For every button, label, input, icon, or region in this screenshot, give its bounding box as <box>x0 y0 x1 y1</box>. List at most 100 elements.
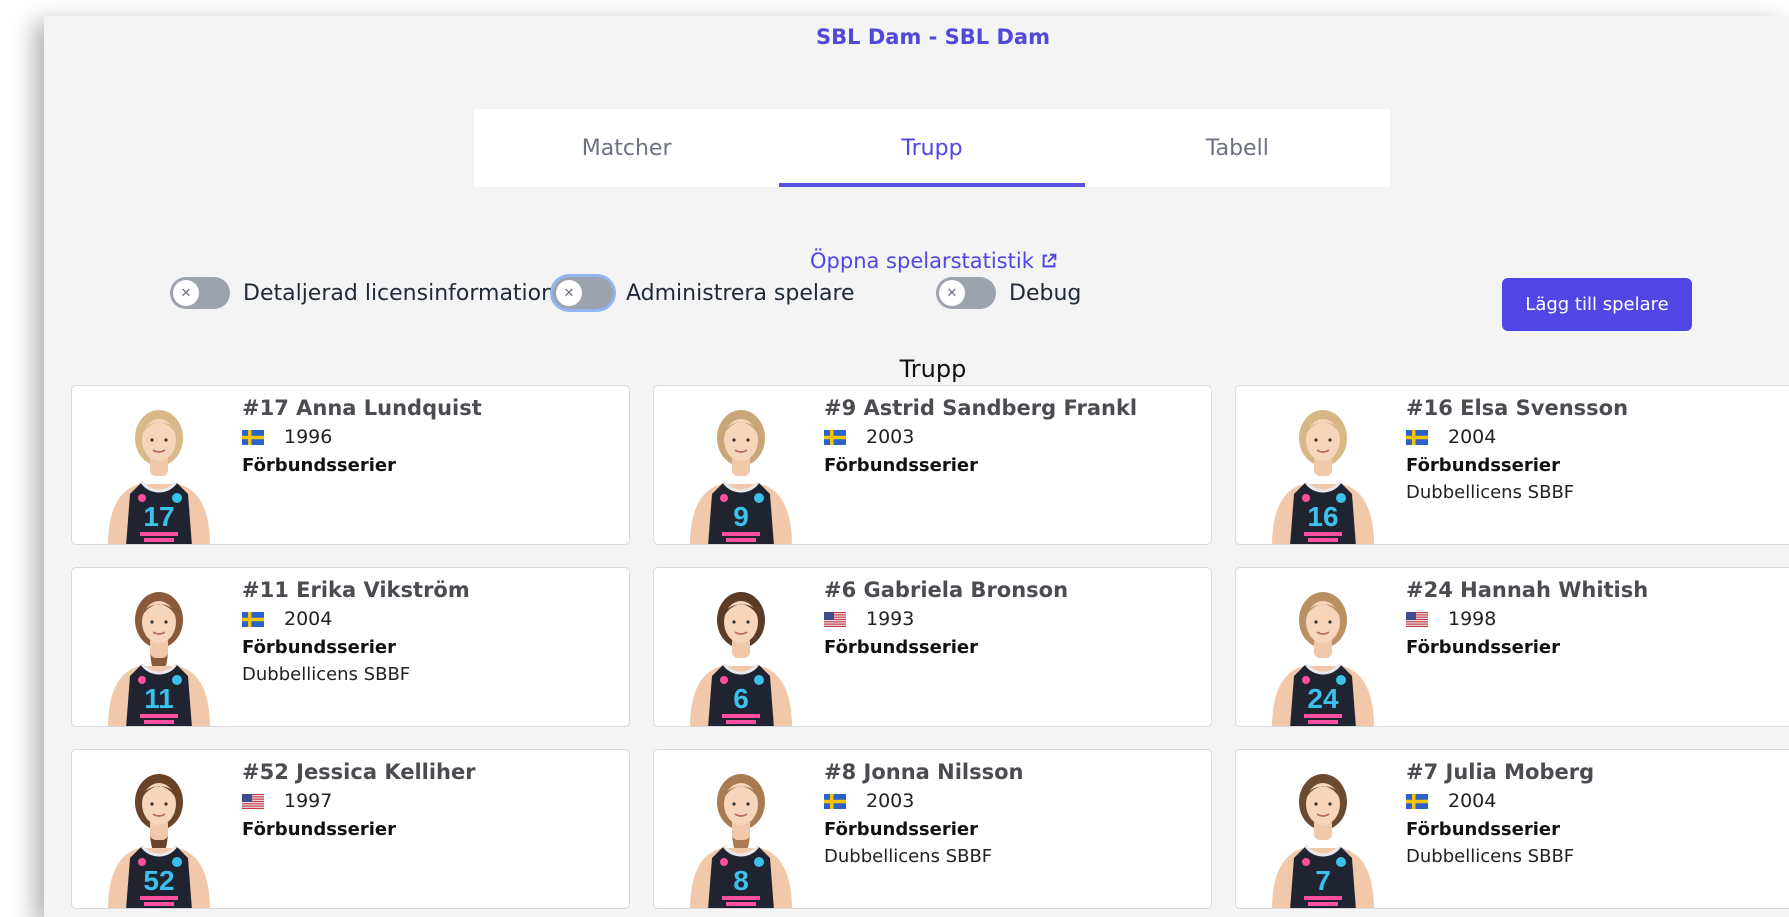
jersey-number: 8 <box>733 865 749 896</box>
page-title: SBL Dam - SBL Dam <box>816 25 1050 49</box>
toggle-off-icon: ✕ <box>173 280 199 306</box>
player-photo: 7 <box>1272 774 1374 908</box>
player-photo: 9 <box>690 410 792 544</box>
player-league: Förbundsserier <box>242 455 396 476</box>
sweden-flag-icon <box>824 793 846 809</box>
tab-trupp[interactable]: Trupp <box>779 109 1085 187</box>
player-birth-year: 2004 <box>1448 790 1497 812</box>
player-birth-year: 2004 <box>1448 426 1497 448</box>
usa-flag-icon <box>1406 611 1428 627</box>
debug-toggle[interactable]: ✕ <box>936 277 996 309</box>
player-info: #24 Hannah Whitish 1998 Förbundsserier <box>1406 578 1648 664</box>
jersey-number: 11 <box>144 683 174 714</box>
admin-toggle-group: ✕ Administrera spelare <box>553 277 855 309</box>
player-card[interactable]: 8 #8 Jonna Nilsson 2003 Förbundsserier D… <box>653 749 1212 909</box>
player-name: #7 Julia Moberg <box>1406 760 1595 784</box>
player-name: #24 Hannah Whitish <box>1406 578 1649 602</box>
player-card[interactable]: 16 #16 Elsa Svensson 2004 Förbundsserier… <box>1235 385 1789 545</box>
player-photo: 8 <box>690 774 792 908</box>
player-league: Förbundsserier <box>1406 637 1560 658</box>
jersey-number: 9 <box>733 501 749 532</box>
player-info: #9 Astrid Sandberg Frankl 2003 Förbundss… <box>824 396 1137 482</box>
player-photo: 24 <box>1272 592 1374 726</box>
usa-flag-icon <box>242 793 264 809</box>
player-card[interactable]: 24 #24 Hannah Whitish 1998 Förbundsserie… <box>1235 567 1789 727</box>
player-name: #9 Astrid Sandberg Frankl <box>824 396 1138 420</box>
app-window: SBL Dam - SBL Dam Matcher Trupp Tabell Ö… <box>44 16 1789 917</box>
player-name: #11 Erika Vikström <box>242 578 470 602</box>
jersey-number: 52 <box>143 865 174 896</box>
player-info: #8 Jonna Nilsson 2003 Förbundsserier Dub… <box>824 760 1024 867</box>
player-photo: 17 <box>108 410 210 544</box>
player-birth-row: 1998 <box>1406 608 1648 630</box>
player-birth-row: 2003 <box>824 426 1137 448</box>
tab-matcher[interactable]: Matcher <box>474 109 779 187</box>
player-birth-year: 2003 <box>866 426 915 448</box>
tab-tabell[interactable]: Tabell <box>1085 109 1390 187</box>
player-birth-year: 1998 <box>1448 608 1497 630</box>
player-birth-row: 2004 <box>1406 790 1594 812</box>
player-birth-year: 2003 <box>866 790 915 812</box>
usa-flag-icon <box>824 611 846 627</box>
player-card[interactable]: 17 #17 Anna Lundquist 1996 Förbundsserie… <box>71 385 630 545</box>
license-info-toggle[interactable]: ✕ <box>170 277 230 309</box>
player-league: Förbundsserier <box>242 637 396 658</box>
jersey-number: 16 <box>1307 501 1338 532</box>
sweden-flag-icon <box>242 611 264 627</box>
player-card[interactable]: 52 #52 Jessica Kelliher 1997 Förbundsser… <box>71 749 630 909</box>
player-info: #6 Gabriela Bronson 1993 Förbundsserier <box>824 578 1068 664</box>
admin-players-toggle[interactable]: ✕ <box>553 277 613 309</box>
player-photo: 16 <box>1272 410 1374 544</box>
player-birth-row: 1997 <box>242 790 476 812</box>
player-info: #52 Jessica Kelliher 1997 Förbundsserier <box>242 760 476 846</box>
player-league: Förbundsserier <box>242 819 396 840</box>
player-info: #16 Elsa Svensson 2004 Förbundsserier Du… <box>1406 396 1628 503</box>
player-name: #8 Jonna Nilsson <box>824 760 1024 784</box>
player-photo: 52 <box>108 774 210 908</box>
sweden-flag-icon <box>824 429 846 445</box>
player-info: #17 Anna Lundquist 1996 Förbundsserier <box>242 396 482 482</box>
player-license: Dubbellicens SBBF <box>1406 482 1575 503</box>
section-title: Trupp <box>899 355 967 383</box>
sweden-flag-icon <box>1406 793 1428 809</box>
tab-bar: Matcher Trupp Tabell <box>474 109 1390 187</box>
player-card[interactable]: 9 #9 Astrid Sandberg Frankl 2003 Förbund… <box>653 385 1212 545</box>
player-card[interactable]: 6 #6 Gabriela Bronson 1993 Förbundsserie… <box>653 567 1212 727</box>
jersey-number: 6 <box>733 683 749 714</box>
player-card[interactable]: 7 #7 Julia Moberg 2004 Förbundsserier Du… <box>1235 749 1789 909</box>
player-stats-link[interactable]: Öppna spelarstatistik <box>810 249 1058 273</box>
license-info-toggle-label: Detaljerad licensinformation <box>243 280 556 306</box>
player-name: #52 Jessica Kelliher <box>242 760 476 784</box>
player-birth-row: 1996 <box>242 426 482 448</box>
player-name: #16 Elsa Svensson <box>1406 396 1629 420</box>
debug-toggle-group: ✕ Debug <box>936 277 1081 309</box>
player-birth-row: 2003 <box>824 790 1024 812</box>
license-toggle-group: ✕ Detaljerad licensinformation <box>170 277 555 309</box>
player-license: Dubbellicens SBBF <box>1406 846 1575 867</box>
player-name: #6 Gabriela Bronson <box>824 578 1069 602</box>
player-birth-row: 2004 <box>242 608 470 630</box>
jersey-number: 7 <box>1315 865 1331 896</box>
debug-toggle-label: Debug <box>1009 280 1082 306</box>
add-player-button[interactable]: Lägg till spelare <box>1502 278 1692 331</box>
player-birth-row: 2004 <box>1406 426 1628 448</box>
player-birth-row: 1993 <box>824 608 1068 630</box>
player-info: #11 Erika Vikström 2004 Förbundsserier D… <box>242 578 470 685</box>
player-league: Förbundsserier <box>824 637 978 658</box>
external-link-icon <box>1042 253 1057 268</box>
sweden-flag-icon <box>242 429 264 445</box>
player-stats-link-label: Öppna spelarstatistik <box>810 249 1034 273</box>
player-league: Förbundsserier <box>824 455 978 476</box>
jersey-number: 17 <box>143 501 174 532</box>
sweden-flag-icon <box>1406 429 1428 445</box>
player-photo: 11 <box>108 592 210 726</box>
toggle-off-icon: ✕ <box>556 280 582 306</box>
player-birth-year: 1993 <box>866 608 915 630</box>
player-birth-year: 2004 <box>284 608 333 630</box>
player-league: Förbundsserier <box>1406 819 1560 840</box>
player-info: #7 Julia Moberg 2004 Förbundsserier Dubb… <box>1406 760 1594 867</box>
player-card[interactable]: 11 #11 Erika Vikström 2004 Förbundsserie… <box>71 567 630 727</box>
player-birth-year: 1996 <box>284 426 333 448</box>
player-league: Förbundsserier <box>824 819 978 840</box>
player-birth-year: 1997 <box>284 790 333 812</box>
